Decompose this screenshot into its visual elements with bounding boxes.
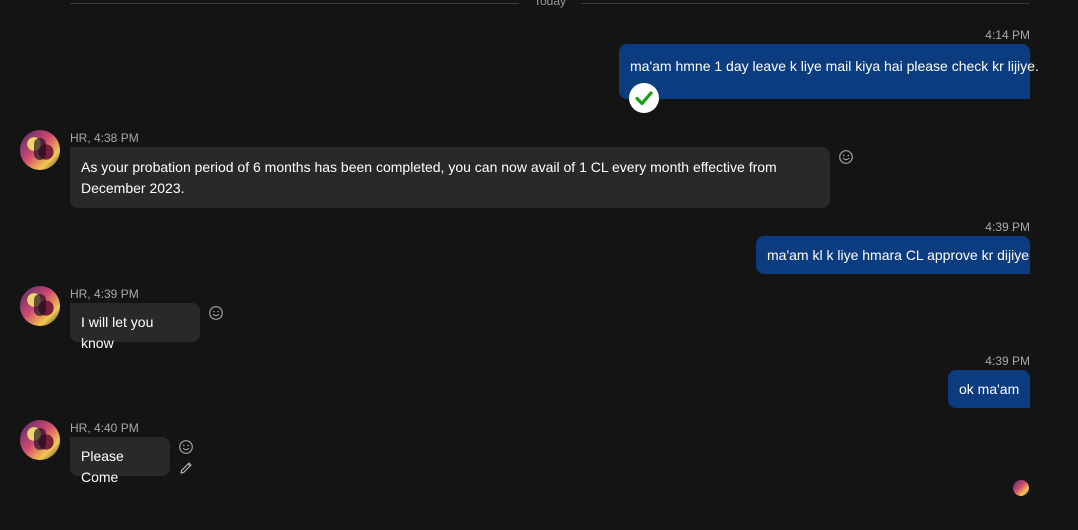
smiley-icon[interactable] — [178, 439, 194, 455]
message-text: Please Come — [81, 448, 124, 485]
message-timestamp: 4:14 PM — [985, 28, 1030, 42]
message-text: ok ma'am — [959, 381, 1020, 397]
avatar-read-receipt — [1013, 480, 1029, 496]
check-circle-icon — [629, 83, 659, 113]
chat-thread: Today 4:14 PM ma'am hmne 1 day leave k l… — [0, 0, 1078, 530]
avatar[interactable] — [20, 286, 60, 326]
message-sender-time: HR, 4:39 PM — [70, 287, 139, 301]
avatar[interactable] — [20, 420, 60, 460]
incoming-message[interactable]: As your probation period of 6 months has… — [70, 147, 830, 208]
pencil-icon[interactable] — [178, 460, 194, 476]
smiley-icon[interactable] — [838, 149, 854, 165]
message-sender-time: HR, 4:40 PM — [70, 421, 139, 435]
outgoing-message[interactable]: ma'am hmne 1 day leave k liye mail kiya … — [619, 44, 1039, 99]
message-text: ma'am hmne 1 day leave k liye mail kiya … — [630, 58, 1039, 74]
outgoing-message[interactable]: ma'am kl k liye hmara CL approve kr diji… — [756, 236, 1030, 274]
smiley-icon[interactable] — [208, 305, 224, 321]
message-sender-time: HR, 4:38 PM — [70, 131, 139, 145]
message-timestamp: 4:39 PM — [985, 220, 1030, 234]
date-divider: Today — [70, 0, 1030, 10]
message-timestamp: 4:39 PM — [985, 354, 1030, 368]
message-text: As your probation period of 6 months has… — [81, 159, 777, 196]
incoming-message[interactable]: Please Come — [70, 437, 170, 485]
divider-line-left — [70, 3, 519, 4]
date-divider-label: Today — [533, 0, 567, 8]
outgoing-message[interactable]: ok ma'am — [948, 370, 1030, 408]
incoming-message[interactable]: I will let you know — [70, 303, 200, 351]
avatar[interactable] — [20, 130, 60, 170]
message-text: ma'am kl k liye hmara CL approve kr diji… — [767, 247, 1030, 263]
message-text: I will let you know — [81, 314, 154, 351]
divider-line-right — [581, 3, 1030, 4]
